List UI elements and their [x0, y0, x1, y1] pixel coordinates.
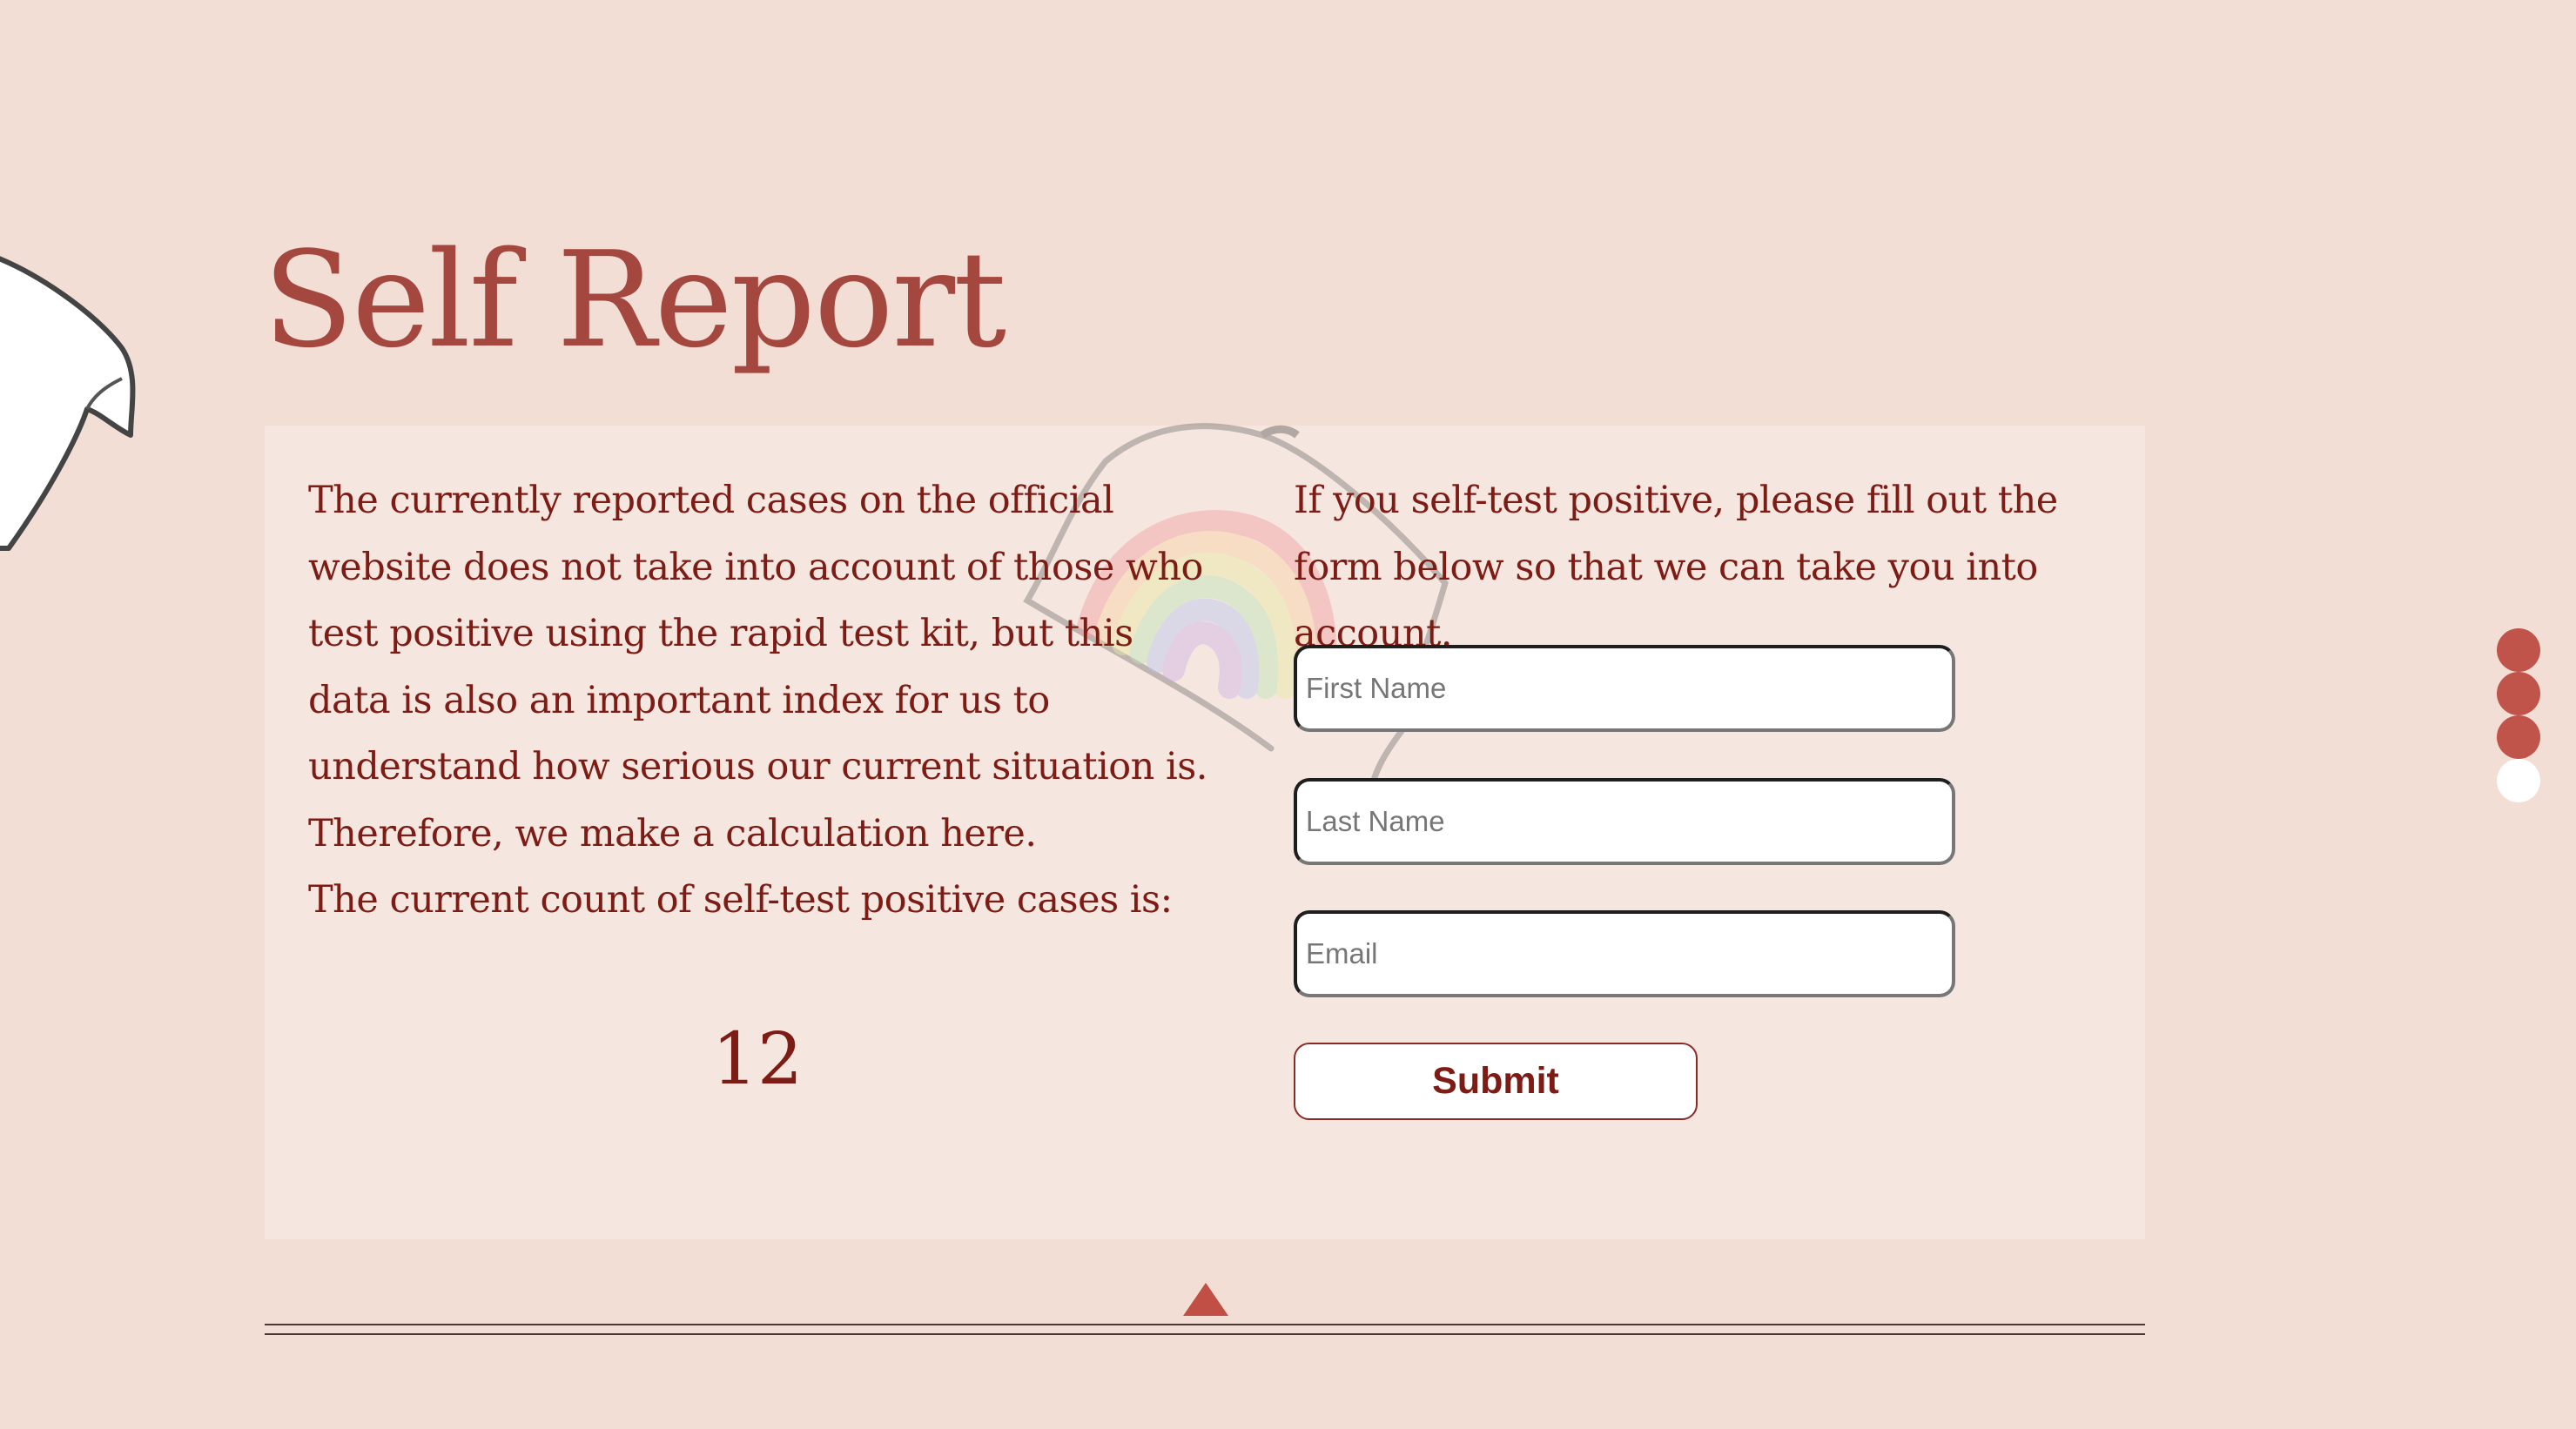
form-intro-text: If you self-test positive, please fill o… — [1294, 479, 2058, 655]
page-dot-1[interactable] — [2497, 628, 2540, 672]
triangle-up-icon[interactable] — [1183, 1283, 1228, 1316]
page-dot-3[interactable] — [2497, 715, 2540, 759]
footer-divider-top — [265, 1324, 2145, 1325]
page-dot-4[interactable] — [2497, 759, 2540, 802]
submit-button[interactable]: Submit — [1294, 1043, 1698, 1120]
report-form-intro-section: If you self-test positive, please fill o… — [1294, 467, 2129, 668]
info-paragraph: The currently reported cases on the offi… — [308, 479, 1207, 855]
page-dot-2[interactable] — [2497, 672, 2540, 715]
positive-count-value: 12 — [711, 1018, 804, 1101]
info-section: The currently reported cases on the offi… — [308, 467, 1214, 934]
email-input[interactable] — [1294, 910, 1955, 997]
footer-divider-bottom — [265, 1333, 2145, 1335]
count-label: The current count of self-test positive … — [308, 878, 1173, 922]
first-name-input[interactable] — [1294, 645, 1955, 732]
page-title: Self Report — [263, 223, 1006, 377]
leaf-decoration-icon — [0, 256, 136, 551]
last-name-input[interactable] — [1294, 778, 1955, 865]
page-navigation-dots — [2497, 628, 2540, 802]
